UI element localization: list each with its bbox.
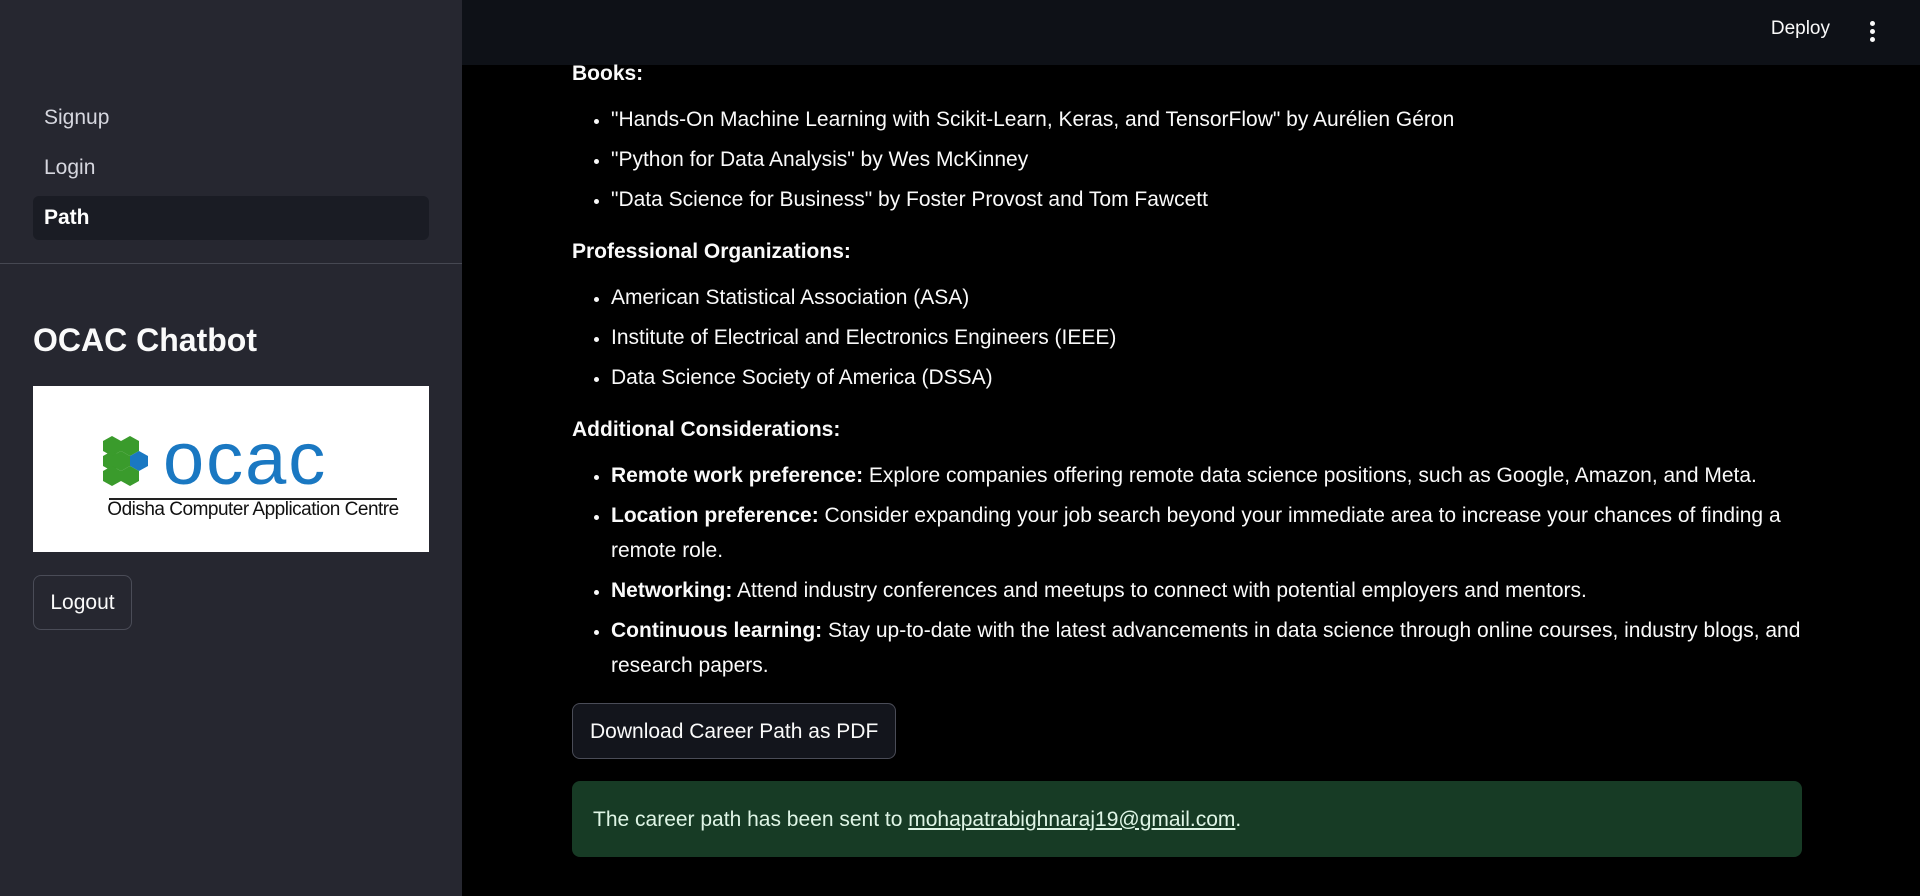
nav-item-path[interactable]: Path — [33, 196, 429, 240]
list-item: Data Science Society of America (DSSA) — [611, 360, 1802, 395]
logout-button[interactable]: Logout — [33, 575, 132, 630]
list-item: "Data Science for Business" by Foster Pr… — [611, 182, 1802, 217]
list-item: Networking: Attend industry conferences … — [611, 573, 1802, 608]
deploy-button[interactable]: Deploy — [1771, 18, 1830, 40]
success-alert: The career path has been sent to mohapat… — [572, 781, 1802, 857]
sidebar: Signup Login Path OCAC Chatbot ocac Odis… — [0, 0, 462, 896]
item-label: Remote work preference: — [611, 464, 864, 487]
list-item: Institute of Electrical and Electronics … — [611, 320, 1802, 355]
organizations-list: American Statistical Association (ASA) I… — [572, 280, 1802, 395]
nav-item-signup[interactable]: Signup — [33, 96, 429, 140]
item-label: Networking: — [611, 579, 733, 602]
considerations-heading: Additional Considerations: — [572, 418, 841, 441]
list-item: Continuous learning: Stay up-to-date wit… — [611, 613, 1802, 683]
kebab-menu-icon[interactable] — [1868, 21, 1876, 43]
nav-item-login[interactable]: Login — [33, 146, 429, 190]
item-text: Attend industry conferences and meetups … — [732, 579, 1587, 602]
hexagon-cluster-icon — [103, 436, 148, 486]
list-item: Remote work preference: Explore companie… — [611, 458, 1802, 493]
logo-subtitle: Odisha Computer Application Centre — [107, 499, 399, 520]
list-item: "Hands-On Machine Learning with Scikit-L… — [611, 102, 1802, 137]
list-item: "Python for Data Analysis" by Wes McKinn… — [611, 142, 1802, 177]
books-heading: Books: — [572, 62, 644, 85]
item-label: Continuous learning: — [611, 619, 823, 642]
books-list: "Hands-On Machine Learning with Scikit-L… — [572, 102, 1802, 217]
logo-wordmark: ocac — [163, 417, 328, 500]
considerations-list: Remote work preference: Explore companie… — [572, 458, 1802, 683]
sidebar-divider — [0, 263, 462, 264]
download-pdf-button[interactable]: Download Career Path as PDF — [572, 703, 897, 759]
organizations-heading: Professional Organizations: — [572, 240, 851, 263]
success-prefix: The career path has been sent to — [593, 807, 903, 831]
item-label: Location preference: — [611, 504, 819, 527]
item-text: Explore companies offering remote data s… — [863, 464, 1757, 487]
main-content: Books: "Hands-On Machine Learning with S… — [572, 56, 1802, 857]
list-item: Location preference: Consider expanding … — [611, 498, 1802, 568]
success-suffix: . — [1235, 807, 1242, 831]
page-nav: Signup Login Path — [33, 96, 429, 246]
list-item: American Statistical Association (ASA) — [611, 280, 1802, 315]
sidebar-title: OCAC Chatbot — [33, 322, 257, 358]
email-link[interactable]: mohapatrabighnaraj19@gmail.com — [908, 802, 1235, 837]
ocac-logo: ocac Odisha Computer Application Centre — [33, 386, 429, 552]
